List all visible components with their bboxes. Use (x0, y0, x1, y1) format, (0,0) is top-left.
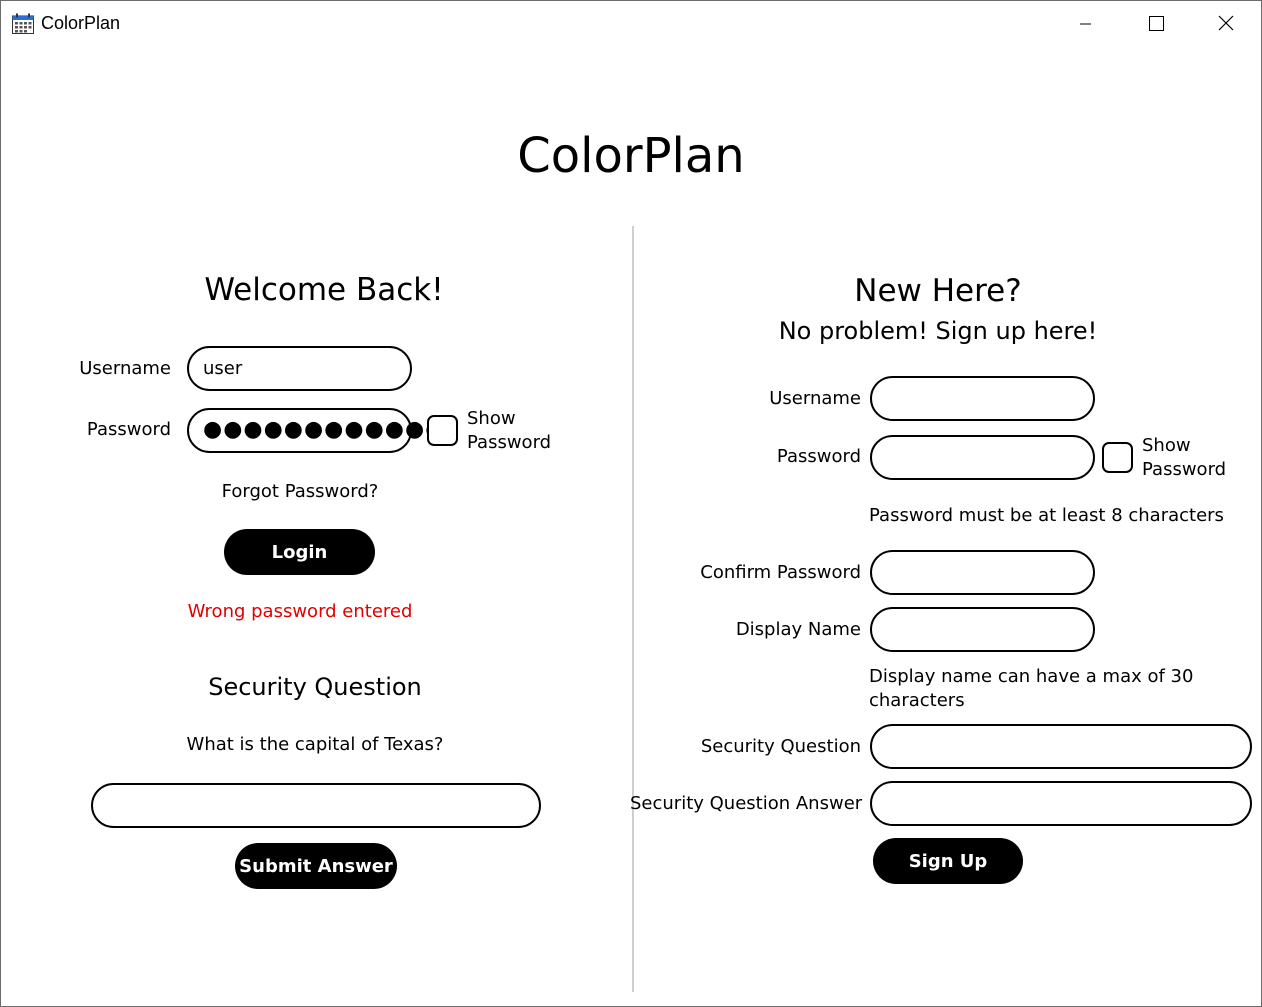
signup-security-question-input[interactable] (870, 724, 1252, 769)
maximize-button[interactable] (1121, 0, 1191, 46)
security-question-heading: Security Question (208, 673, 422, 701)
window-title: ColorPlan (41, 13, 121, 33)
display-name-input[interactable] (870, 607, 1095, 652)
section-divider (632, 226, 634, 992)
forgot-password-link[interactable]: Forgot Password? (150, 481, 450, 502)
signup-button[interactable]: Sign Up (873, 838, 1023, 884)
login-password-input[interactable]: ●●●●●●●●●●●● (187, 408, 444, 453)
security-question-text: What is the capital of Texas? (186, 734, 444, 755)
confirm-password-label: Confirm Password (700, 562, 861, 583)
signup-username-input[interactable] (870, 376, 1095, 421)
signup-heading: New Here? (854, 273, 1022, 309)
login-password-label: Password (86, 419, 171, 440)
login-show-password-label[interactable]: Show Password (467, 407, 567, 455)
login-show-password-checkbox[interactable] (427, 415, 458, 446)
signup-security-answer-label: Security Question Answer (630, 793, 863, 814)
signup-security-answer-input[interactable] (870, 781, 1252, 826)
display-name-label: Display Name (735, 619, 861, 640)
signup-subheading: No problem! Sign up here! (778, 317, 1098, 345)
security-answer-input[interactable] (91, 783, 541, 828)
signup-username-label: Username (769, 388, 861, 409)
minimize-button[interactable] (1050, 0, 1120, 46)
submit-answer-button[interactable]: Submit Answer (235, 843, 397, 889)
signup-security-question-label: Security Question (700, 736, 861, 757)
calendar-icon (12, 13, 34, 34)
display-name-hint: Display name can have a max of 30 charac… (869, 666, 1194, 711)
login-username-input[interactable] (187, 346, 412, 391)
confirm-password-input[interactable] (870, 550, 1095, 595)
password-hint: Password must be at least 8 characters (869, 505, 1224, 526)
login-username-label: Username (79, 358, 171, 379)
signup-password-input[interactable] (870, 435, 1095, 480)
signup-show-password-label[interactable]: Show Password (1142, 434, 1242, 482)
title-bar[interactable]: ColorPlan (0, 0, 1262, 46)
login-heading: Welcome Back! (204, 272, 444, 308)
signup-password-label: Password (776, 446, 861, 467)
close-button[interactable] (1191, 0, 1261, 46)
login-error-message: Wrong password entered (187, 601, 413, 622)
login-button[interactable]: Login (224, 529, 375, 575)
app-title: ColorPlan (517, 128, 745, 184)
signup-show-password-checkbox[interactable] (1102, 442, 1133, 473)
